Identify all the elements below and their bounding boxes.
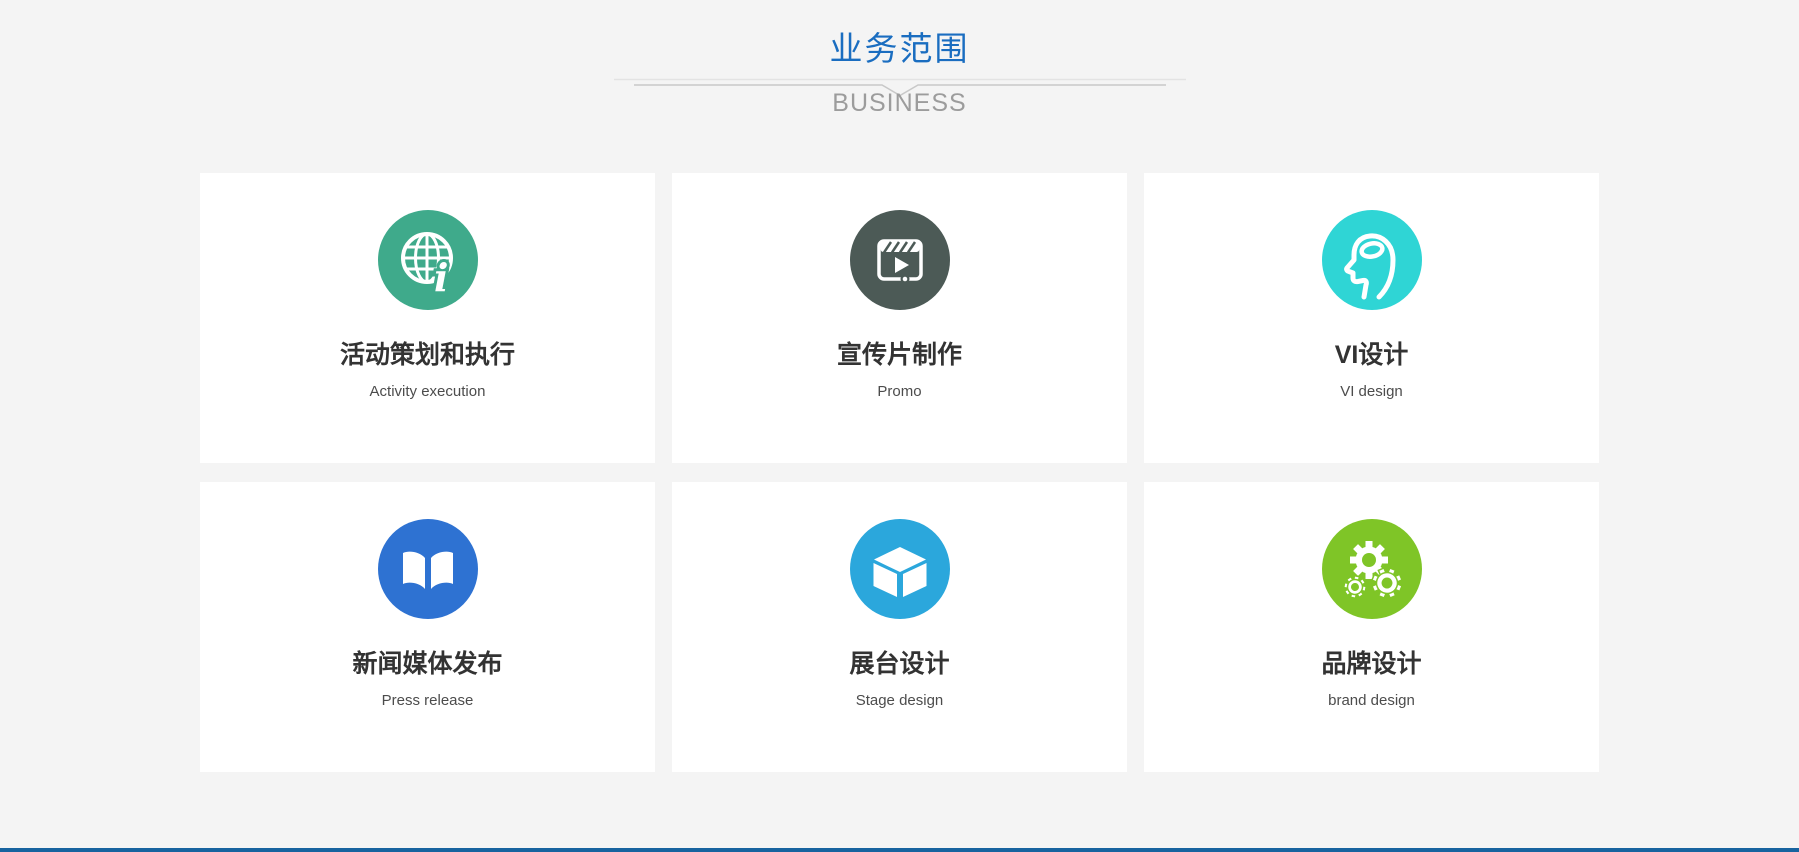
clapperboard-icon — [850, 210, 950, 310]
card-title: 宣传片制作 — [672, 343, 1127, 368]
globe-info-icon: i — [378, 210, 478, 310]
card-vi-design[interactable]: VI设计 VI design — [1144, 173, 1599, 463]
card-press-release[interactable]: 新闻媒体发布 Press release — [200, 482, 655, 772]
business-section: 业务范围 BUSINESS — [0, 0, 1799, 852]
head-profile-icon — [1322, 210, 1422, 310]
section-title: 业务范围 — [0, 22, 1799, 70]
card-subtitle: brand design — [1144, 693, 1599, 708]
card-stage-design[interactable]: 展台设计 Stage design — [672, 482, 1127, 772]
card-title: 活动策划和执行 — [200, 343, 655, 368]
card-title: VI设计 — [1144, 343, 1599, 368]
card-subtitle: Activity execution — [200, 384, 655, 399]
card-title: 新闻媒体发布 — [200, 652, 655, 677]
card-title: 品牌设计 — [1144, 652, 1599, 677]
card-subtitle: Stage design — [672, 693, 1127, 708]
card-promo[interactable]: 宣传片制作 Promo — [672, 173, 1127, 463]
section-subtitle: BUSINESS — [0, 89, 1799, 118]
cube-icon — [850, 519, 950, 619]
svg-text:i: i — [434, 255, 448, 300]
card-subtitle: Promo — [672, 384, 1127, 399]
card-activity-execution[interactable]: i 活动策划和执行 Activity execution — [200, 173, 655, 463]
card-brand-design[interactable]: 品牌设计 brand design — [1144, 482, 1599, 772]
card-title: 展台设计 — [672, 652, 1127, 677]
open-book-icon — [378, 519, 478, 619]
card-subtitle: Press release — [200, 693, 655, 708]
services-grid: i 活动策划和执行 Activity execution — [200, 173, 1599, 772]
card-subtitle: VI design — [1144, 384, 1599, 399]
gears-icon — [1322, 519, 1422, 619]
page-bottom-rule — [0, 848, 1799, 852]
